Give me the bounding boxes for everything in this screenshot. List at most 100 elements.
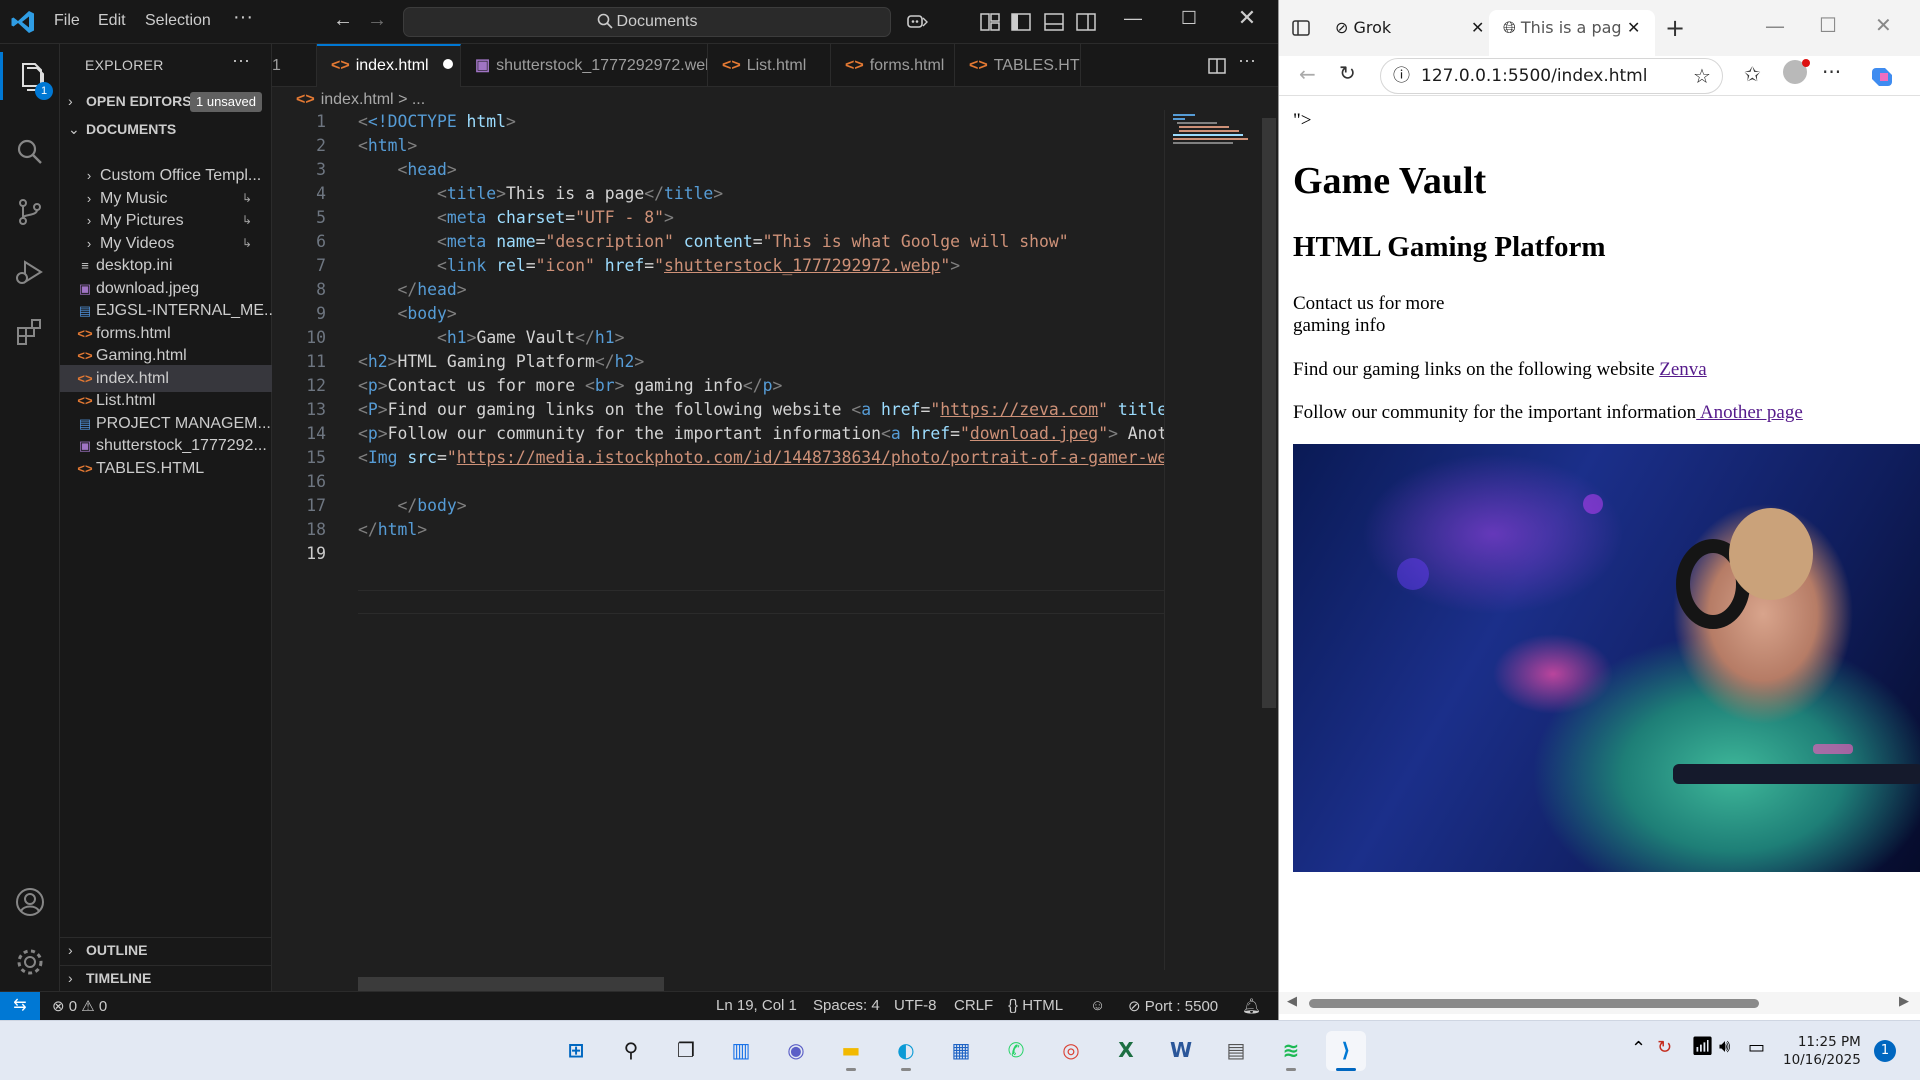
new-tab-plus-icon[interactable]: + bbox=[1665, 14, 1685, 42]
copilot-icon[interactable] bbox=[906, 11, 928, 33]
open-editors-section[interactable]: › OPEN EDITORS 1 unsaved bbox=[60, 89, 272, 113]
copilot-icon[interactable] bbox=[1871, 64, 1897, 90]
editor-more-icon[interactable]: ··· bbox=[1238, 50, 1256, 71]
menu-more-icon[interactable]: ··· bbox=[233, 6, 253, 29]
taskbar-file-explorer-icon[interactable]: ▬ bbox=[831, 1031, 871, 1071]
system-clock[interactable]: 11:25 PM 10/16/2025 bbox=[1783, 1033, 1861, 1069]
close-tab-icon[interactable]: ✕ bbox=[1627, 10, 1640, 46]
breadcrumb[interactable]: <> index.html > ... bbox=[296, 91, 425, 109]
tab-grok[interactable]: ⊘ Grok ✕ bbox=[1323, 10, 1503, 46]
img-src-value[interactable]: https://media.istockphoto.com/id/1448738… bbox=[457, 448, 1164, 467]
taskbar-calculator-icon[interactable]: ▤ bbox=[1216, 1031, 1256, 1071]
live-server-port[interactable]: ⊘ Port : 5500 bbox=[1128, 997, 1218, 1015]
explorer-activity[interactable]: 1 bbox=[0, 52, 60, 100]
zeva-href-value[interactable]: https://zeva.com bbox=[940, 400, 1098, 419]
wifi-icon[interactable]: 📶︎ bbox=[1691, 1036, 1714, 1057]
sync-alert-icon[interactable]: ↻ bbox=[1657, 1037, 1672, 1058]
volume-icon[interactable]: 🔊︎ bbox=[1719, 1036, 1730, 1057]
tab-overflow[interactable]: 1 bbox=[272, 44, 317, 87]
explorer-more-icon[interactable]: ··· bbox=[232, 50, 250, 71]
toggle-panel-icon[interactable] bbox=[1043, 11, 1065, 33]
taskbar-word-icon[interactable]: W bbox=[1161, 1031, 1201, 1071]
code-editor[interactable]: 1 2 3 4 5 6 7 8 9 10 11 12 13 14 15 16 17 18 19 <<!DOCTYPE… bbox=[272, 110, 1164, 970]
minimize-icon[interactable]: — bbox=[1765, 14, 1785, 38]
scroll-left-icon[interactable]: ◀ bbox=[1287, 994, 1297, 1009]
another-page-link[interactable]: Another page bbox=[1696, 402, 1803, 423]
taskbar-spotify-icon[interactable]: ≋ bbox=[1271, 1031, 1311, 1071]
tab-tables-html[interactable]: <> TABLES.HTM bbox=[955, 44, 1081, 87]
back-arrow-icon[interactable]: ← bbox=[1299, 62, 1316, 86]
tab-forms-html[interactable]: <> forms.html bbox=[831, 44, 955, 87]
refresh-icon[interactable]: ↻ bbox=[1339, 61, 1356, 85]
notification-badge[interactable]: 1 bbox=[1874, 1040, 1896, 1062]
accounts-icon[interactable] bbox=[14, 886, 46, 918]
link-href-value[interactable]: shutterstock_1777292972.webp bbox=[664, 256, 940, 275]
taskbar-start-icon[interactable]: ⊞ bbox=[556, 1031, 596, 1071]
taskbar-widgets-icon[interactable]: ▥ bbox=[721, 1031, 761, 1071]
favorite-star-icon[interactable]: ☆ bbox=[1693, 59, 1711, 93]
search-icon[interactable] bbox=[14, 136, 46, 168]
settings-gear-icon[interactable] bbox=[14, 946, 46, 978]
breadcrumb-symbol[interactable]: > ... bbox=[398, 91, 425, 108]
tree-item[interactable]: <> TABLES.HTML bbox=[60, 455, 272, 482]
close-window-icon[interactable]: ✕ bbox=[1875, 13, 1892, 37]
taskbar-task-view-icon[interactable]: ❐ bbox=[666, 1031, 706, 1071]
taskbar-whatsapp-icon[interactable]: ✆ bbox=[996, 1031, 1036, 1071]
source-control-icon[interactable] bbox=[14, 196, 46, 228]
maximize-icon[interactable]: ☐ bbox=[1166, 8, 1212, 29]
taskbar-edge-icon[interactable]: ◐ bbox=[886, 1031, 926, 1071]
taskbar-chrome-icon[interactable]: ◎ bbox=[1051, 1031, 1091, 1071]
maximize-icon[interactable]: ☐ bbox=[1819, 13, 1837, 37]
command-center-search[interactable]: Documents bbox=[403, 7, 891, 37]
indentation[interactable]: Spaces: 4 bbox=[813, 997, 880, 1014]
tab-list-html[interactable]: <> List.html bbox=[708, 44, 831, 87]
remote-indicator-icon[interactable]: ⇆ bbox=[0, 992, 40, 1020]
taskbar-teams-icon[interactable]: ◉ bbox=[776, 1031, 816, 1071]
taskbar-excel-icon[interactable]: X bbox=[1106, 1031, 1146, 1071]
run-debug-icon[interactable] bbox=[14, 256, 46, 288]
copilot-status-icon[interactable]: ☺ bbox=[1090, 997, 1105, 1014]
encoding[interactable]: UTF-8 bbox=[894, 997, 937, 1014]
extensions-icon[interactable] bbox=[14, 316, 46, 348]
close-tab-icon[interactable]: ✕ bbox=[1471, 10, 1484, 46]
language-mode[interactable]: {} HTML bbox=[1008, 997, 1063, 1014]
documents-folder-section[interactable]: ⌄ DOCUMENTS bbox=[60, 117, 272, 141]
menu-file[interactable]: File bbox=[54, 12, 80, 30]
toggle-secondary-sidebar-icon[interactable] bbox=[1075, 11, 1097, 33]
tab-actions-icon[interactable] bbox=[1291, 18, 1311, 38]
battery-icon[interactable]: ▭ bbox=[1748, 1037, 1765, 1058]
breadcrumb-file[interactable]: index.html bbox=[321, 91, 394, 108]
timeline-section[interactable]: › TIMELINE bbox=[60, 965, 272, 989]
cursor-position[interactable]: Ln 19, Col 1 bbox=[716, 997, 797, 1014]
zenva-link[interactable]: Zenva bbox=[1659, 359, 1706, 380]
menu-edit[interactable]: Edit bbox=[98, 12, 126, 30]
line-endings[interactable]: CRLF bbox=[954, 997, 993, 1014]
taskbar-vscode-icon[interactable]: ⟩ bbox=[1326, 1031, 1366, 1071]
notifications-bell-icon[interactable]: 🔔︎ bbox=[1242, 997, 1261, 1015]
horizontal-scrollbar[interactable] bbox=[358, 977, 664, 991]
split-editor-icon[interactable] bbox=[1207, 56, 1227, 76]
forward-arrow-icon[interactable]: → bbox=[367, 9, 387, 32]
show-hidden-icons-icon[interactable]: ⌃ bbox=[1631, 1038, 1646, 1059]
minimap[interactable] bbox=[1164, 110, 1260, 970]
back-arrow-icon[interactable]: ← bbox=[333, 9, 353, 32]
download-href-value[interactable]: download.jpeg bbox=[970, 424, 1098, 443]
site-info-icon[interactable]: ⓘ bbox=[1393, 59, 1410, 93]
outline-section[interactable]: › OUTLINE bbox=[60, 937, 272, 961]
scroll-right-icon[interactable]: ▶ bbox=[1899, 994, 1909, 1009]
customize-layout-icon[interactable] bbox=[979, 11, 1001, 33]
more-options-icon[interactable]: ··· bbox=[1822, 60, 1841, 84]
problems-indicator[interactable]: ⊗ 0 ⚠ 0 bbox=[52, 997, 107, 1015]
toggle-primary-sidebar-icon[interactable] bbox=[1010, 11, 1032, 33]
page-scroll-thumb[interactable] bbox=[1309, 999, 1759, 1008]
vertical-scrollbar[interactable] bbox=[1262, 118, 1276, 708]
address-bar[interactable]: ⓘ 127.0.0.1:5500/index.html ☆ bbox=[1380, 58, 1723, 94]
taskbar-search-icon[interactable]: ⚲ bbox=[611, 1031, 651, 1071]
unsaved-dot-icon[interactable] bbox=[442, 59, 453, 69]
favorites-icon[interactable]: ✩ bbox=[1744, 62, 1761, 86]
taskbar-store-icon[interactable]: ▦ bbox=[941, 1031, 981, 1071]
tab-index-html[interactable]: <> index.html bbox=[317, 44, 461, 87]
menu-selection[interactable]: Selection bbox=[145, 12, 211, 30]
minimize-icon[interactable]: — bbox=[1110, 8, 1156, 29]
tab-shutterstock-webp[interactable]: ▣ shutterstock_1777292972.webp bbox=[461, 44, 708, 87]
